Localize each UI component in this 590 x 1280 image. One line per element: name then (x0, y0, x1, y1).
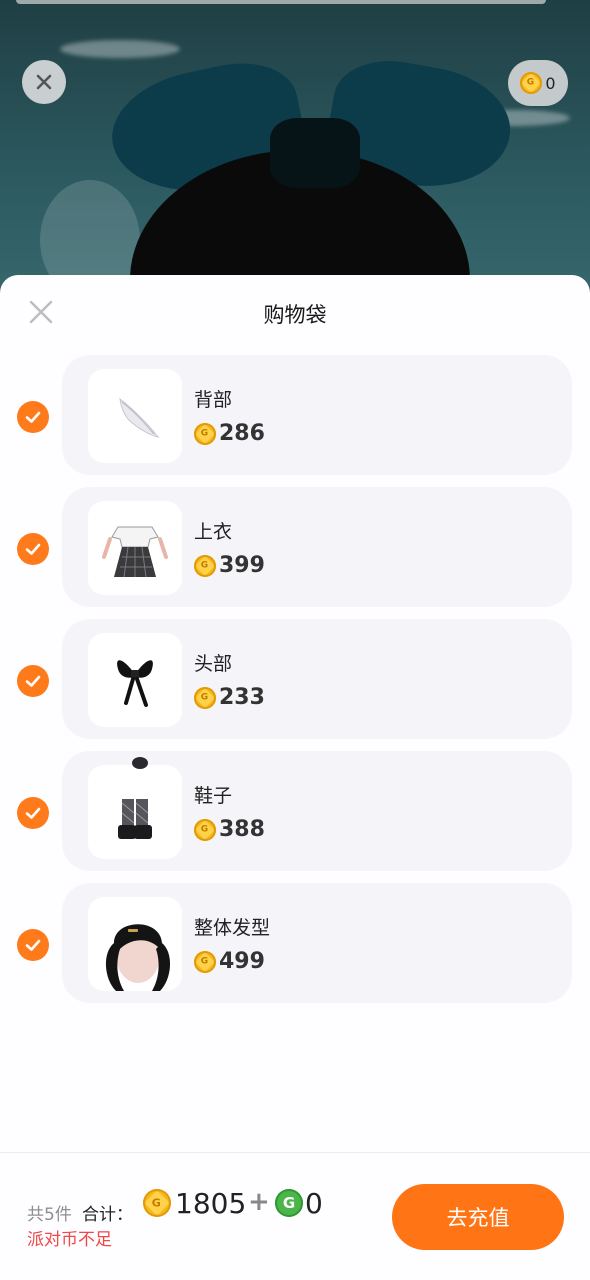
party-coin-icon: G (194, 422, 216, 445)
item-price: G 388 (194, 817, 265, 842)
checkmark-icon (25, 807, 41, 819)
item-name: 背部 (194, 389, 233, 411)
platform-shoes-icon (118, 757, 152, 839)
top-handle (16, 0, 546, 4)
item-checkbox[interactable] (17, 797, 49, 829)
cloud-decoration (60, 40, 180, 58)
close-icon (36, 74, 52, 90)
item-card[interactable]: 头部 G 233 (62, 619, 572, 739)
coin-balance-value: 0 (545, 73, 556, 93)
item-name: 头部 (194, 653, 233, 675)
item-card[interactable]: 整体发型 G 499 (62, 883, 572, 1003)
item-price: G 499 (194, 949, 265, 974)
cart-item: 整体发型 G 499 (0, 883, 590, 1015)
item-name: 上衣 (194, 521, 233, 543)
party-coin-icon: G (520, 72, 543, 94)
item-price: G 399 (194, 553, 265, 578)
item-card[interactable]: 鞋子 G 388 (62, 751, 572, 871)
item-price-value: 388 (219, 817, 265, 842)
checkmark-icon (25, 939, 41, 951)
sheet-header: 购物袋 (0, 275, 590, 349)
item-price-value: 399 (219, 553, 265, 578)
item-thumbnail (88, 369, 182, 463)
party-coin-icon: G (143, 1189, 171, 1217)
item-card[interactable]: 背部 G 286 (62, 355, 572, 475)
total-label: 合计： (82, 1205, 133, 1225)
item-checkbox[interactable] (17, 929, 49, 961)
item-checkbox[interactable] (17, 401, 49, 433)
item-price-value: 499 (219, 949, 265, 974)
black-bow-icon (117, 660, 153, 707)
cart-item: 背部 G 286 (0, 355, 590, 487)
party-coin-icon: G (194, 554, 216, 577)
checkmark-icon (25, 675, 41, 687)
close-preview-button[interactable] (22, 60, 66, 104)
party-coin-icon: G (194, 950, 216, 973)
cart-item: 上衣 G 399 (0, 487, 590, 619)
item-card[interactable]: 上衣 G 399 (62, 487, 572, 607)
party-coin-icon: G (194, 686, 216, 709)
recharge-button[interactable]: 去充值 (392, 1184, 564, 1250)
wing-feather-icon (119, 397, 160, 438)
cart-item: 鞋子 G 388 (0, 751, 590, 883)
avatar-bow-center (270, 118, 360, 188)
insufficient-coins-warning: 派对币不足 (27, 1230, 112, 1250)
green-coin-icon: G (275, 1189, 303, 1217)
checkmark-icon (25, 543, 41, 555)
item-thumbnail (88, 897, 182, 991)
shopping-bag-sheet: 购物袋 背部 G 286 上衣 G 399 头部 G 233 鞋子 G 388 … (0, 275, 590, 1280)
item-name: 整体发型 (194, 917, 271, 939)
item-count: 共5件 (27, 1205, 72, 1225)
cart-item-list: 背部 G 286 上衣 G 399 头部 G 233 鞋子 G 388 整体发型… (0, 355, 590, 1015)
item-thumbnail (88, 501, 182, 595)
item-price-value: 233 (219, 685, 265, 710)
checkmark-icon (25, 411, 41, 423)
party-coin-icon: G (194, 818, 216, 841)
item-price: G 286 (194, 421, 265, 446)
sheet-title: 购物袋 (263, 303, 327, 327)
item-checkbox[interactable] (17, 533, 49, 565)
total-coin-value: 1805 (175, 1187, 247, 1220)
cart-item: 头部 G 233 (0, 619, 590, 751)
item-name: 鞋子 (194, 785, 233, 807)
avatar-preview-scene: G 0 (0, 0, 590, 300)
dress-top-icon (102, 526, 168, 578)
item-price: G 233 (194, 685, 265, 710)
total-green-coin-value: 0 (305, 1187, 323, 1220)
item-checkbox[interactable] (17, 665, 49, 697)
item-price-value: 286 (219, 421, 265, 446)
checkout-footer: 共5件 合计： G 1805 + G 0 派对币不足 去充值 (0, 1152, 590, 1280)
item-thumbnail (88, 633, 182, 727)
item-thumbnail (88, 757, 182, 859)
twin-tail-hair-icon (105, 924, 171, 991)
plus-sign: + (248, 1187, 270, 1217)
total-coin-wrap: G (143, 1189, 171, 1217)
coin-balance[interactable]: G 0 (508, 60, 568, 106)
